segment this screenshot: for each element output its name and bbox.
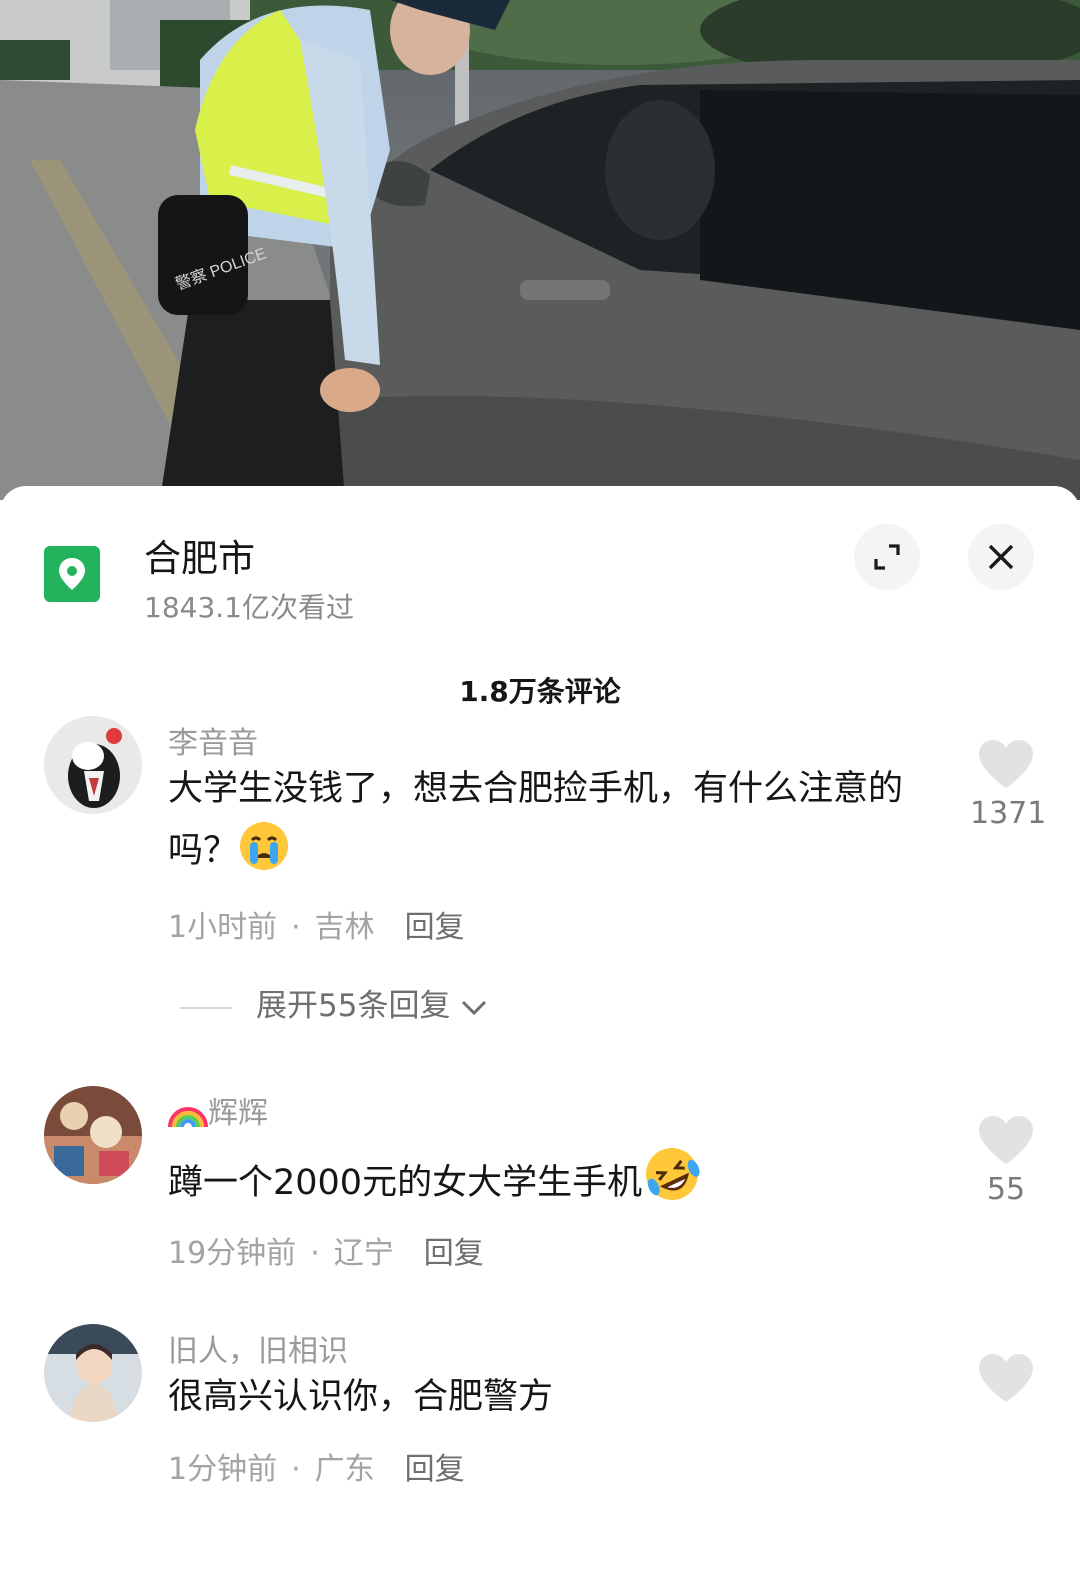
comment-meta: 1分钟前 · 广东 回复 [168, 1452, 465, 1487]
heart-icon [979, 1354, 1033, 1402]
expand-button[interactable] [854, 524, 920, 590]
close-icon [988, 544, 1014, 570]
comment-text: 大学生没钱了，想去合肥捡手机，有什么注意的吗？ [168, 758, 948, 882]
expand-replies-label: 展开55条回复 [256, 988, 451, 1024]
divider-line [180, 1006, 232, 1009]
avatar[interactable] [44, 1086, 142, 1184]
like-button[interactable]: 55 [970, 1114, 1042, 1207]
like-count: 1371 [970, 796, 1047, 831]
comment-meta: 19分钟前 · 辽宁 回复 [168, 1236, 484, 1271]
comment-time: 1小时前 [168, 910, 278, 945]
reply-button[interactable]: 回复 [424, 1236, 484, 1271]
reply-button[interactable]: 回复 [405, 1452, 465, 1487]
comment-region: 辽宁 [333, 1236, 394, 1271]
comment-meta: 1小时前 · 吉林 回复 [168, 910, 465, 945]
video-player[interactable]: 警察 POLICE [0, 0, 1080, 500]
heart-icon [979, 1116, 1033, 1164]
like-button[interactable]: 1371 [970, 738, 1047, 831]
close-button[interactable] [968, 524, 1034, 590]
like-button[interactable] [970, 1352, 1042, 1410]
comment-sheet: 合肥市 1843.1亿次看过 1.8万条评论 李音音 大学生没钱了，想去合肥捡手… [0, 486, 1080, 1580]
avatar[interactable] [44, 716, 142, 814]
comment-time: 1分钟前 [168, 1452, 278, 1487]
expand-replies-button[interactable]: 展开55条回复 [180, 980, 488, 1025]
rainbow-icon [168, 1107, 208, 1128]
comment-username[interactable]: 旧人，旧相识 [168, 1326, 348, 1370]
comment-region: 吉林 [314, 910, 375, 945]
comment-username-text: 辉辉 [208, 1096, 268, 1131]
comment-time: 19分钟前 [168, 1236, 297, 1271]
rolling-laughing-face-icon [642, 1144, 702, 1204]
chevron-down-icon [462, 1000, 487, 1015]
expand-icon [874, 544, 900, 570]
reply-button[interactable]: 回复 [405, 910, 465, 945]
heart-icon [979, 740, 1033, 788]
comment-text: 蹲一个2000元的女大学生手机 [168, 1144, 948, 1214]
location-pin-icon[interactable] [44, 546, 100, 602]
location-views: 1843.1亿次看过 [144, 591, 354, 624]
location-title[interactable]: 合肥市 [144, 528, 255, 582]
comment-count: 1.8万条评论 [459, 675, 621, 708]
comment-text-body: 蹲一个2000元的女大学生手机 [168, 1163, 643, 1203]
avatar[interactable] [44, 1324, 142, 1422]
comment-text: 很高兴认识你，合肥警方 [168, 1377, 554, 1417]
crying-face-icon [238, 820, 290, 872]
comment-region: 广东 [314, 1452, 375, 1487]
comment-username[interactable]: 辉辉 [168, 1088, 268, 1132]
video-frame: 警察 POLICE [0, 0, 1080, 500]
like-count: 55 [986, 1172, 1026, 1207]
comment-username[interactable]: 李音音 [168, 718, 258, 762]
